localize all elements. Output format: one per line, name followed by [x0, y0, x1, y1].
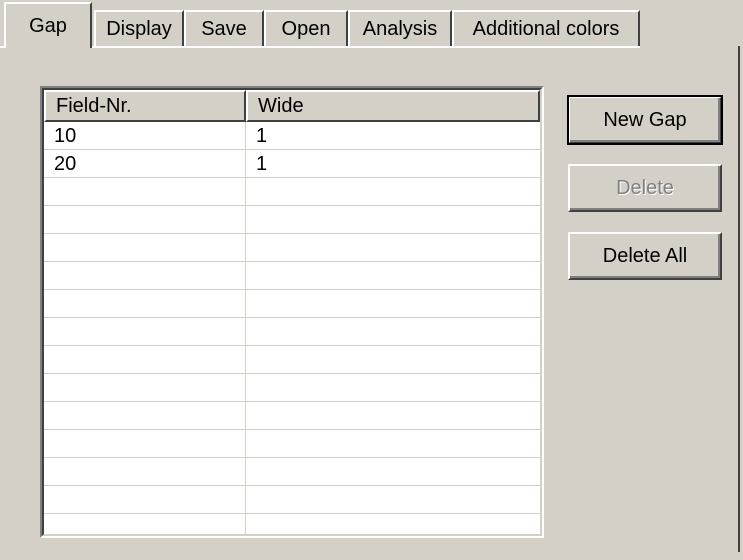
cell-wide[interactable] — [246, 458, 540, 485]
button-label: Delete All — [602, 244, 688, 267]
table-header: Field-Nr. Wide — [44, 90, 540, 122]
cell-wide[interactable] — [246, 486, 540, 513]
tab-gap[interactable]: Gap — [4, 2, 92, 48]
table-row[interactable] — [44, 402, 540, 430]
table-body: 10 1 20 1 — [44, 122, 540, 534]
tab-additional-colors[interactable]: Additional colors — [452, 10, 640, 46]
table-row[interactable] — [44, 458, 540, 486]
cell-wide[interactable] — [246, 402, 540, 429]
column-header-label: Field-Nr. — [56, 94, 132, 117]
tab-label: Display — [106, 17, 172, 40]
column-header-label: Wide — [258, 94, 304, 117]
cell-field-nr[interactable] — [44, 374, 246, 401]
tab-label: Save — [201, 17, 247, 40]
cell-field-nr[interactable] — [44, 430, 246, 457]
cell-field-nr[interactable] — [44, 514, 246, 534]
delete-all-button[interactable]: Delete All — [568, 232, 722, 280]
tab-baseline — [0, 46, 640, 48]
table-row[interactable]: 20 1 — [44, 150, 540, 178]
table-row[interactable] — [44, 234, 540, 262]
table-row[interactable] — [44, 290, 540, 318]
delete-button[interactable]: Delete — [568, 164, 722, 212]
gap-table[interactable]: Field-Nr. Wide 10 1 20 1 — [40, 86, 544, 538]
cell-wide[interactable] — [246, 178, 540, 205]
tab-display[interactable]: Display — [94, 10, 184, 46]
tab-label: Analysis — [362, 17, 438, 40]
column-header-wide[interactable]: Wide — [246, 90, 540, 122]
tab-analysis[interactable]: Analysis — [348, 10, 452, 46]
table-row[interactable] — [44, 262, 540, 290]
table-row[interactable] — [44, 514, 540, 534]
cell-field-nr[interactable] — [44, 318, 246, 345]
cell-wide[interactable] — [246, 514, 540, 534]
cell-field-nr[interactable] — [44, 178, 246, 205]
cell-wide[interactable] — [246, 318, 540, 345]
table-row[interactable] — [44, 206, 540, 234]
cell-field-nr[interactable]: 20 — [44, 150, 246, 177]
cell-field-nr[interactable]: 10 — [44, 122, 246, 149]
table-row[interactable] — [44, 318, 540, 346]
cell-field-nr[interactable] — [44, 458, 246, 485]
column-header-field-nr[interactable]: Field-Nr. — [44, 90, 246, 122]
table-row[interactable] — [44, 346, 540, 374]
table-row[interactable]: 10 1 — [44, 122, 540, 150]
cell-wide[interactable] — [246, 346, 540, 373]
cell-wide[interactable] — [246, 290, 540, 317]
cell-wide[interactable] — [246, 374, 540, 401]
cell-wide[interactable] — [246, 430, 540, 457]
tab-label: Gap — [29, 14, 67, 37]
cell-field-nr[interactable] — [44, 234, 246, 261]
button-label: Delete — [616, 176, 674, 199]
cell-field-nr[interactable] — [44, 486, 246, 513]
table-row[interactable] — [44, 178, 540, 206]
cell-field-nr[interactable] — [44, 402, 246, 429]
tab-save[interactable]: Save — [184, 10, 264, 46]
tab-open[interactable]: Open — [264, 10, 348, 46]
gap-table-frame: Field-Nr. Wide 10 1 20 1 — [42, 88, 542, 536]
cell-wide[interactable] — [246, 206, 540, 233]
table-row[interactable] — [44, 374, 540, 402]
tab-label: Additional colors — [472, 17, 620, 40]
cell-field-nr[interactable] — [44, 290, 246, 317]
tab-label: Open — [281, 17, 331, 40]
cell-field-nr[interactable] — [44, 206, 246, 233]
cell-wide[interactable]: 1 — [246, 122, 540, 149]
cell-field-nr[interactable] — [44, 346, 246, 373]
cell-wide[interactable] — [246, 262, 540, 289]
button-label: New Gap — [603, 108, 687, 131]
new-gap-button[interactable]: New Gap — [567, 95, 723, 145]
cell-wide[interactable] — [246, 234, 540, 261]
tab-strip: Gap Display Save Open Analysis Additiona… — [0, 0, 743, 48]
tab-page-border — [738, 46, 740, 552]
cell-field-nr[interactable] — [44, 262, 246, 289]
cell-wide[interactable]: 1 — [246, 150, 540, 177]
table-row[interactable] — [44, 486, 540, 514]
table-row[interactable] — [44, 430, 540, 458]
